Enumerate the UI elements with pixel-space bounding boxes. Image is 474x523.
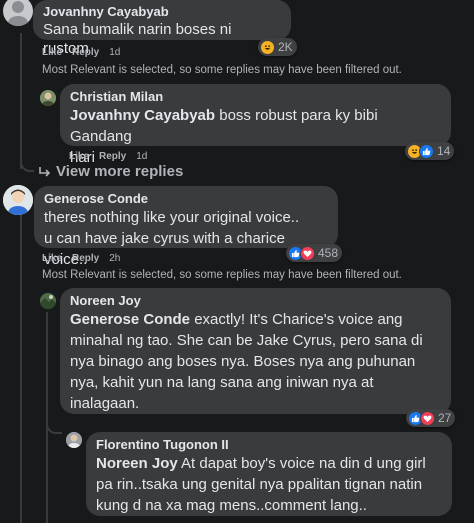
comment-bubble: Jovanhny Cayabyab Sana bumalik narin bos… — [33, 0, 291, 57]
haha-icon — [260, 39, 275, 55]
avatar-placeholder-icon — [8, 1, 28, 26]
avatar[interactable] — [66, 432, 82, 448]
avatar-photo-icon — [66, 432, 82, 448]
avatar-photo-icon — [40, 293, 56, 309]
reaction-count: 14 — [437, 144, 451, 158]
reply-button[interactable]: Reply — [99, 151, 126, 162]
comment-bubble: Noreen Joy Generose Conde exactly! It's … — [60, 288, 451, 414]
reaction-summary[interactable]: 2K — [258, 38, 297, 56]
view-more-label: View more replies — [56, 163, 184, 180]
comment-bubble: Florentino Tugonon II Noreen Joy At dapa… — [86, 432, 452, 516]
reaction-count: 27 — [438, 411, 452, 425]
view-more-replies-link[interactable]: View more replies — [38, 163, 183, 180]
mention-link[interactable]: Noreen Joy — [96, 455, 178, 472]
thread-curve — [20, 150, 34, 172]
like-icon — [419, 143, 434, 159]
timestamp[interactable]: 2h — [109, 253, 120, 264]
filter-notice: Most Relevant is selected, so some repli… — [42, 269, 402, 281]
like-button[interactable]: Like — [42, 47, 62, 58]
comment-text: Noreen Joy At dapat boy's voice na din d… — [96, 455, 426, 514]
comment-author[interactable]: Christian Milan — [70, 88, 441, 105]
comment-text: Generose Conde exactly! It's Charice's v… — [70, 311, 423, 412]
thread-line — [20, 33, 22, 169]
comment-author[interactable]: Jovanhny Cayabyab — [43, 3, 281, 20]
avatar[interactable] — [40, 90, 56, 106]
reply-button[interactable]: Reply — [72, 47, 99, 58]
comment-author[interactable]: Noreen Joy — [70, 292, 441, 309]
reaction-summary[interactable]: 14 — [405, 142, 455, 160]
like-button[interactable]: Like — [69, 151, 89, 162]
comment-actions: Like Reply 1d — [69, 151, 157, 162]
comment-author[interactable]: Florentino Tugonon II — [96, 436, 442, 453]
avatar-photo-icon — [3, 185, 33, 215]
reply-arrow-icon — [39, 166, 51, 177]
comment-author[interactable]: Generose Conde — [44, 190, 328, 207]
comment-actions: Like Reply 1d — [42, 47, 130, 58]
comment-actions: Like Reply 2h — [42, 253, 130, 264]
avatar[interactable] — [40, 293, 56, 309]
timestamp[interactable]: 1d — [136, 151, 147, 162]
avatar[interactable] — [3, 185, 33, 215]
reaction-summary[interactable]: 458 — [286, 244, 343, 262]
mention-link[interactable]: Jovanhny Cayabyab — [70, 107, 215, 124]
love-icon — [420, 410, 435, 426]
thread-curve — [46, 420, 62, 434]
love-icon — [300, 245, 315, 261]
comment-bubble: Generose Conde theres nothing like your … — [34, 186, 338, 268]
like-button[interactable]: Like — [42, 253, 62, 264]
reaction-count: 2K — [278, 40, 293, 54]
reaction-summary[interactable]: 27 — [406, 409, 456, 427]
thread-line — [46, 312, 48, 523]
reply-button[interactable]: Reply — [72, 253, 99, 264]
filter-notice: Most Relevant is selected, so some repli… — [42, 64, 402, 76]
timestamp[interactable]: 1d — [109, 47, 120, 58]
reaction-count: 458 — [318, 246, 339, 260]
thread-line — [20, 212, 22, 523]
avatar[interactable] — [3, 0, 33, 26]
mention-link[interactable]: Generose Conde — [70, 311, 190, 328]
comment-bubble: Christian Milan Jovanhny Cayabyab boss r… — [60, 84, 451, 166]
avatar-photo-icon — [40, 90, 56, 106]
